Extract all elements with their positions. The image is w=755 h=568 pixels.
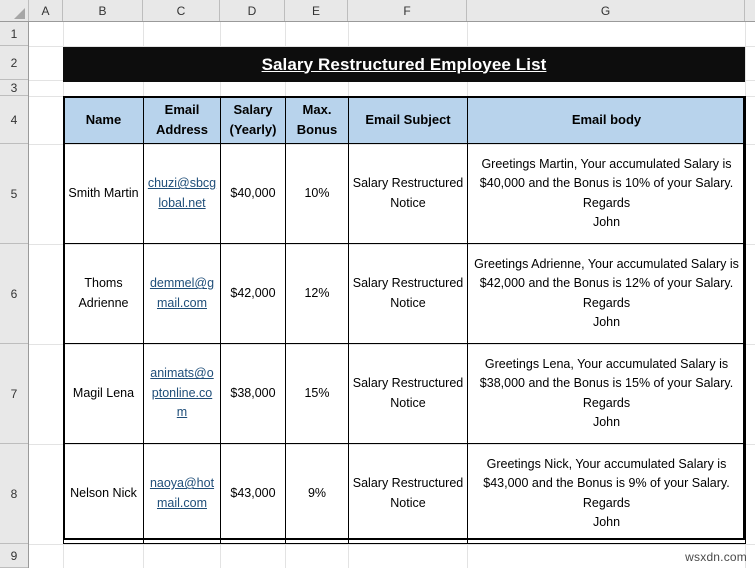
cell-email-subject[interactable]: Salary Restructured Notice [348, 143, 468, 244]
row-header-3[interactable]: 3 [0, 80, 28, 96]
cell-name[interactable]: Magil Lena [63, 343, 144, 444]
cell-salary[interactable]: $40,000 [220, 143, 286, 244]
table-header-row: Name Email Address Salary (Yearly) Max. … [63, 96, 746, 144]
column-header-f[interactable]: F [348, 0, 467, 21]
row-header-5[interactable]: 5 [0, 144, 28, 244]
cell-email-subject[interactable]: Salary Restructured Notice [348, 343, 468, 444]
cell-email-body[interactable]: Greetings Nick, Your accumulated Salary … [467, 443, 746, 544]
sheet-title-banner[interactable]: Salary Restructured Employee List [63, 47, 745, 82]
employee-table: Name Email Address Salary (Yearly) Max. … [63, 96, 746, 544]
cell-name[interactable]: Smith Martin [63, 143, 144, 244]
column-header-bar: A B C D E F G [0, 0, 755, 22]
column-header-g[interactable]: G [467, 0, 745, 21]
column-header-a[interactable]: A [29, 0, 63, 21]
email-link[interactable]: naoya@hotmail.com [150, 476, 214, 509]
select-all-corner[interactable] [0, 0, 29, 21]
cell-salary[interactable]: $38,000 [220, 343, 286, 444]
cell-max-bonus[interactable]: 12% [285, 243, 349, 344]
cell-salary[interactable]: $43,000 [220, 443, 286, 544]
table-body: Smith Martin chuzi@sbcglobal.net $40,000 10… [63, 143, 746, 544]
cell-email-address[interactable]: naoya@hotmail.com [143, 443, 221, 544]
cell-email-body[interactable]: Greetings Lena, Your accumulated Salary … [467, 343, 746, 444]
table-row: Nelson Nick naoya@hotmail.com $43,000 9% Sal… [63, 443, 746, 544]
select-all-triangle-icon [14, 8, 25, 19]
col-header-name[interactable]: Name [63, 96, 144, 144]
col-header-salary[interactable]: Salary (Yearly) [220, 96, 286, 144]
row-header-9[interactable]: 9 [0, 544, 28, 568]
column-header-e[interactable]: E [285, 0, 348, 21]
row-header-2[interactable]: 2 [0, 46, 28, 80]
row-header-8[interactable]: 8 [0, 444, 28, 544]
grid-row-line [29, 544, 755, 545]
cell-max-bonus[interactable]: 15% [285, 343, 349, 444]
column-header-c[interactable]: C [143, 0, 220, 21]
cell-email-body[interactable]: Greetings Martin, Your accumulated Salar… [467, 143, 746, 244]
cell-max-bonus[interactable]: 9% [285, 443, 349, 544]
table-row: Thoms Adrienne demmel@gmail.com $42,000 12%… [63, 243, 746, 344]
col-header-email-address[interactable]: Email Address [143, 96, 221, 144]
row-header-7[interactable]: 7 [0, 344, 28, 444]
email-link[interactable]: demmel@gmail.com [150, 276, 214, 309]
row-header-6[interactable]: 6 [0, 244, 28, 344]
column-header-b[interactable]: B [63, 0, 143, 21]
cell-email-body[interactable]: Greetings Adrienne, Your accumulated Sal… [467, 243, 746, 344]
col-header-max-bonus[interactable]: Max. Bonus [285, 96, 349, 144]
column-header-d[interactable]: D [220, 0, 285, 21]
row-header-1[interactable]: 1 [0, 22, 28, 46]
cell-name[interactable]: Nelson Nick [63, 443, 144, 544]
col-header-email-body[interactable]: Email body [467, 96, 746, 144]
cell-salary[interactable]: $42,000 [220, 243, 286, 344]
cell-email-subject[interactable]: Salary Restructured Notice [348, 243, 468, 344]
cell-max-bonus[interactable]: 10% [285, 143, 349, 244]
cell-email-address[interactable]: chuzi@sbcglobal.net [143, 143, 221, 244]
table-row: Smith Martin chuzi@sbcglobal.net $40,000 10… [63, 143, 746, 244]
spreadsheet-canvas: A B C D E F G 1 2 3 4 5 6 7 8 9 Salary R… [0, 0, 755, 568]
watermark: wsxdn.com [685, 550, 747, 564]
email-link[interactable]: animats@optonline.com [150, 366, 213, 419]
table-row: Magil Lena animats@optonline.com $38,000 15… [63, 343, 746, 444]
col-header-email-subject[interactable]: Email Subject [348, 96, 468, 144]
page-title: Salary Restructured Employee List [261, 54, 547, 74]
row-header-4[interactable]: 4 [0, 96, 28, 144]
cell-email-subject[interactable]: Salary Restructured Notice [348, 443, 468, 544]
cell-name[interactable]: Thoms Adrienne [63, 243, 144, 344]
cell-email-address[interactable]: animats@optonline.com [143, 343, 221, 444]
cell-email-address[interactable]: demmel@gmail.com [143, 243, 221, 344]
email-link[interactable]: chuzi@sbcglobal.net [148, 176, 216, 209]
row-header-bar: 1 2 3 4 5 6 7 8 9 [0, 22, 29, 568]
